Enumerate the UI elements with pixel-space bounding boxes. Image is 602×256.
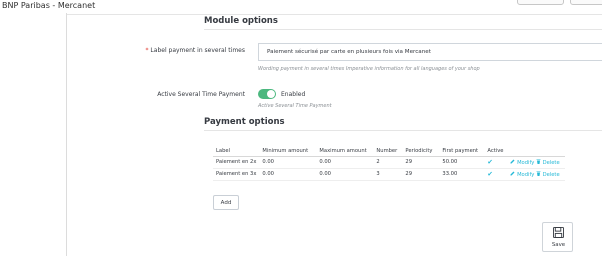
required-marker: * [145,47,149,54]
section-divider [204,130,602,131]
cell-label: Paiement en 3x [213,168,260,181]
modify-button[interactable]: Modify [510,171,536,178]
active-several-toggle[interactable] [258,89,276,99]
window-title: BNP Paribas - Mercanet [2,1,96,10]
table-row: Paiement en 3x 0.00 0.00 3 29 33.00 ✔ Mo… [213,168,566,181]
trash-icon [536,159,541,164]
label-payment-label: * Label payment in several times [146,47,246,54]
cell-active: ✔ [484,168,508,181]
pencil-icon [510,171,515,175]
col-min-amount: Minimum amount [259,146,317,157]
trash-icon [536,171,541,176]
toggle-state-text: Enabled [281,91,306,98]
title-bar: BNP Paribas - Mercanet [0,0,602,13]
header-button[interactable] [517,0,564,5]
cell-actions: Modify Delete [507,156,566,169]
sidebar [0,13,67,256]
col-number: Number [373,146,403,157]
cell-number: 3 [373,168,403,181]
add-button[interactable]: Add [213,195,239,210]
section-divider [204,29,602,30]
cell-number: 2 [373,156,403,169]
active-several-help: Active Several Time Payment [258,103,332,109]
payment-options-table: Label Minimum amount Maximum amount Numb… [213,146,566,181]
cell-max: 0.00 [316,156,374,169]
modify-label: Modify [517,171,535,178]
cell-first-payment: 50.00 [439,156,485,169]
delete-button[interactable]: Delete [536,159,560,166]
cell-active: ✔ [484,156,508,169]
top-divider [67,14,602,15]
cell-first-payment: 33.00 [439,168,485,181]
module-options-title: Module options [204,16,278,26]
delete-button[interactable]: Delete [536,171,560,178]
cell-label: Paiement en 2x [213,156,260,169]
col-label: Label [213,146,260,157]
cell-periodicity: 29 [402,168,440,181]
check-icon: ✔ [487,170,493,178]
col-periodicity: Periodicity [402,146,440,157]
label-payment-text: Label payment in several times [150,47,245,54]
save-button[interactable]: Save [542,222,573,252]
pencil-icon [510,159,515,163]
delete-label: Delete [542,171,560,178]
modify-button[interactable]: Modify [510,159,536,166]
floppy-disk-icon [553,227,564,238]
modify-label: Modify [517,159,535,166]
cell-max: 0.00 [316,168,374,181]
cell-min: 0.00 [259,156,317,169]
cell-periodicity: 29 [402,156,440,169]
header-button[interactable] [570,0,602,5]
label-payment-input[interactable]: Paiement sécurisé par carte en plusieurs… [258,43,602,61]
payment-options-title: Payment options [204,117,285,127]
table-header-row: Label Minimum amount Maximum amount Numb… [213,146,566,157]
col-active: Active [484,146,508,157]
active-several-label: Active Several Time Payment [157,91,245,98]
check-icon: ✔ [487,158,493,166]
col-actions [507,146,566,157]
cell-actions: Modify Delete [507,168,566,181]
delete-label: Delete [542,159,560,166]
toggle-knob [267,90,275,98]
cell-min: 0.00 [259,168,317,181]
col-first-payment: First payment [439,146,485,157]
col-max-amount: Maximum amount [316,146,374,157]
label-payment-help: Wording payment in several times Imperat… [258,66,480,72]
save-label: Save [551,242,566,248]
table-row: Paiement en 2x 0.00 0.00 2 29 50.00 ✔ Mo… [213,156,566,169]
